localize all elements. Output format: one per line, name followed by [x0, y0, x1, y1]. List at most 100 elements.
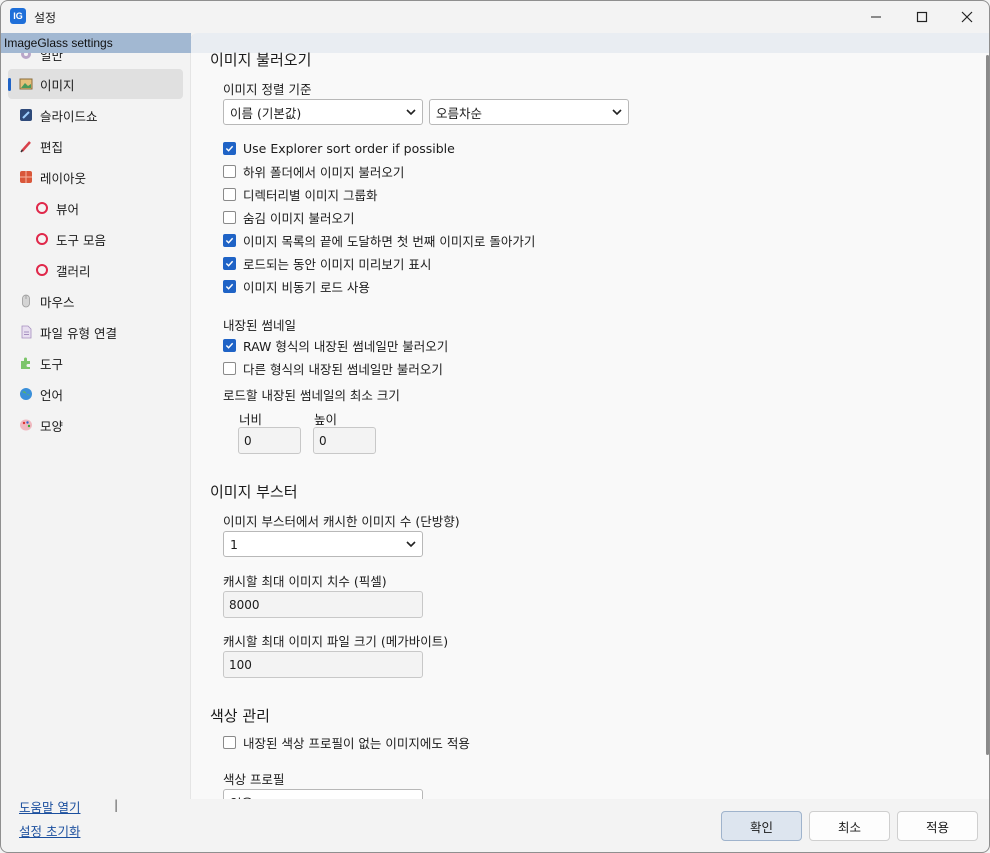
checkbox-checked[interactable]	[223, 338, 236, 352]
sidebar-item-label: 파일 유형 연결	[40, 325, 117, 341]
sort-label: 이미지 정렬 기준	[223, 82, 312, 97]
option-async-load[interactable]: 이미지 비동기 로드 사용	[223, 277, 370, 295]
file-icon	[19, 325, 33, 339]
option-label: RAW 형식의 내장된 썸네일만 불러오기	[243, 338, 449, 354]
sidebar-item-appearance[interactable]: 모양	[8, 410, 183, 440]
section-title-color-management: 색상 관리	[210, 707, 270, 725]
thumbnail-height-input[interactable]: 0	[313, 427, 376, 454]
sidebar-item-label: 편집	[40, 139, 64, 155]
checkbox-unchecked[interactable]	[223, 735, 236, 749]
palette-icon	[19, 418, 33, 432]
option-apply-without-profile[interactable]: 내장된 색상 프로필이 없는 이미지에도 적용	[223, 733, 470, 751]
sidebar-item-layout[interactable]: 레이아웃	[8, 162, 183, 192]
sidebar-item-label: 마우스	[40, 294, 75, 310]
cache-count-select[interactable]: 1	[223, 531, 423, 557]
option-load-subfolders[interactable]: 하위 폴더에서 이미지 불러오기	[223, 162, 404, 180]
image-icon	[19, 77, 33, 91]
sidebar-item-label: 이미지	[40, 77, 75, 93]
option-load-hidden[interactable]: 숨김 이미지 불러오기	[223, 208, 354, 226]
sidebar-item-language[interactable]: 언어	[8, 379, 183, 409]
window-title: 설정	[34, 11, 57, 25]
color-profile-select[interactable]: 없음	[223, 789, 423, 799]
sort-order-value: 오름차순	[436, 105, 483, 121]
sidebar-item-label: 모양	[40, 418, 64, 434]
max-filesize-input[interactable]: 100	[223, 651, 423, 678]
checkbox-unchecked[interactable]	[223, 187, 236, 201]
sidebar-nav: 일반 이미지 슬라이드쇼 편집 레이아웃 뷰어 도구 모음 갤러리 마우스 파일…	[1, 33, 191, 852]
option-label: 내장된 색상 프로필이 없는 이미지에도 적용	[243, 735, 470, 751]
option-label: 로드되는 동안 이미지 미리보기 표시	[243, 256, 432, 272]
ok-button[interactable]: 확인	[721, 811, 802, 841]
sidebar-item-mouse[interactable]: 마우스	[8, 286, 183, 316]
sidebar-links: 도움말 열기 | 설정 초기화	[19, 797, 118, 840]
sidebar-item-edit[interactable]: 편집	[8, 131, 183, 161]
option-label: Use Explorer sort order if possible	[243, 140, 455, 156]
maximize-button[interactable]	[899, 1, 945, 33]
option-loop-list[interactable]: 이미지 목록의 끝에 도달하면 첫 번째 이미지로 돌아가기	[223, 231, 535, 249]
minimize-button[interactable]	[853, 1, 899, 33]
globe-icon	[19, 387, 33, 401]
option-show-preview[interactable]: 로드되는 동안 이미지 미리보기 표시	[223, 254, 431, 272]
settings-window: IG 설정 일반 이미지 슬라이드쇼 편집 레이아웃 뷰어 도구 모음 갤러리 …	[0, 0, 990, 853]
sidebar-item-slideshow[interactable]: 슬라이드쇼	[8, 100, 183, 130]
reset-settings-link[interactable]: 설정 초기화	[19, 821, 80, 840]
checkbox-unchecked[interactable]	[223, 361, 236, 375]
ring-icon	[35, 263, 49, 277]
option-other-thumbnail[interactable]: 다른 형식의 내장된 썸네일만 불러오기	[223, 359, 443, 377]
section-title-embedded-thumbnail: 내장된 썸네일	[223, 318, 296, 333]
sort-order-select[interactable]: 오름차순	[429, 99, 629, 125]
sidebar-item-label: 슬라이드쇼	[40, 108, 98, 124]
checkbox-checked[interactable]	[223, 233, 236, 247]
sidebar-item-label: 뷰어	[56, 201, 80, 217]
checkbox-checked[interactable]	[223, 279, 236, 293]
checkbox-unchecked[interactable]	[223, 164, 236, 178]
cache-count-label: 이미지 부스터에서 캐시한 이미지 수 (단방향)	[223, 514, 460, 529]
section-title-image-booster: 이미지 부스터	[210, 483, 298, 501]
close-button[interactable]	[944, 1, 989, 33]
option-raw-thumbnail[interactable]: RAW 형식의 내장된 썸네일만 불러오기	[223, 336, 448, 354]
option-label: 디렉터리별 이미지 그룹화	[243, 187, 378, 203]
layout-icon	[19, 170, 33, 184]
max-dimension-label: 캐시할 최대 이미지 치수 (픽셀)	[223, 574, 387, 589]
imageglass-logo-icon: IG	[10, 8, 26, 24]
min-size-label: 로드할 내장된 썸네일의 최소 크기	[223, 388, 400, 403]
sidebar-item-image[interactable]: 이미지	[8, 69, 183, 99]
apply-button[interactable]: 적용	[897, 811, 978, 841]
max-dimension-input[interactable]: 8000	[223, 591, 423, 618]
checkbox-checked[interactable]	[223, 256, 236, 270]
max-filesize-label: 캐시할 최대 이미지 파일 크기 (메가바이트)	[223, 634, 449, 649]
option-label: 다른 형식의 내장된 썸네일만 불러오기	[243, 361, 443, 377]
scrollbar-thumb[interactable]	[986, 55, 989, 755]
minimize-icon	[871, 16, 881, 18]
checkbox-unchecked[interactable]	[223, 210, 236, 224]
sidebar-item-label: 도구 모음	[56, 232, 106, 248]
maximize-icon	[916, 11, 928, 23]
cancel-button[interactable]: 최소	[809, 811, 890, 841]
link-separator: |	[114, 797, 119, 812]
option-label: 이미지 비동기 로드 사용	[243, 279, 370, 295]
mouse-icon	[19, 294, 33, 308]
width-label: 너비	[239, 412, 263, 427]
option-group-by-directory[interactable]: 디렉터리별 이미지 그룹화	[223, 185, 377, 203]
ring-icon	[35, 232, 49, 246]
sidebar-item-label: 갤러리	[56, 263, 91, 279]
sort-by-select[interactable]: 이름 (기본값)	[223, 99, 423, 125]
checkbox-checked[interactable]	[223, 141, 236, 155]
title-bar: IG 설정	[1, 1, 989, 33]
thumbnail-width-input[interactable]: 0	[238, 427, 301, 454]
sidebar-item-toolbar[interactable]: 도구 모음	[8, 224, 183, 254]
slideshow-icon	[19, 108, 33, 122]
sidebar-item-label: 언어	[40, 387, 64, 403]
sidebar-item-tools[interactable]: 도구	[8, 348, 183, 378]
sidebar-item-gallery[interactable]: 갤러리	[8, 255, 183, 285]
option-label: 숨김 이미지 불러오기	[243, 210, 355, 226]
pencil-icon	[19, 139, 33, 153]
color-profile-label: 색상 프로필	[223, 772, 285, 787]
sidebar-item-viewer[interactable]: 뷰어	[8, 193, 183, 223]
sidebar-item-label: 레이아웃	[40, 170, 87, 186]
option-label: 이미지 목록의 끝에 도달하면 첫 번째 이미지로 돌아가기	[243, 233, 536, 249]
open-help-link[interactable]: 도움말 열기	[19, 797, 80, 816]
sidebar-item-file-association[interactable]: 파일 유형 연결	[8, 317, 183, 347]
option-explorer-sort[interactable]: Use Explorer sort order if possible	[223, 139, 455, 157]
color-profile-value: 없음	[230, 793, 253, 800]
